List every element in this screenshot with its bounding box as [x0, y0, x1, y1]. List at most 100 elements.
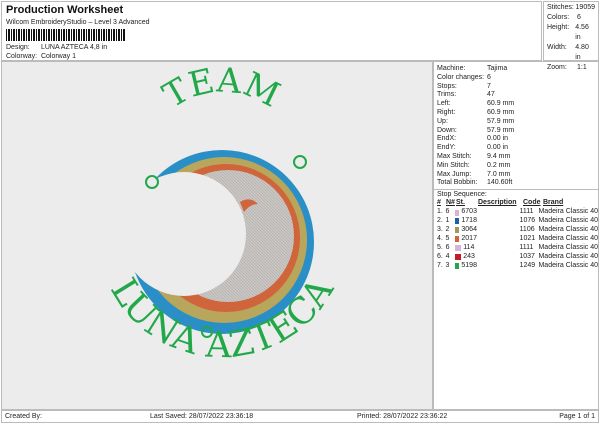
thread-brand: Madeira Classic 40 [538, 216, 598, 224]
team-text: TEAM [156, 62, 286, 116]
info-label: Right: [437, 108, 456, 116]
description [477, 226, 520, 235]
info-value: 0.00 in [487, 144, 509, 152]
column-header: N# [446, 199, 455, 207]
info-label: EndX: [437, 135, 457, 143]
info-label: Min Stitch: [437, 161, 470, 169]
stop-number: 7. [437, 261, 443, 269]
info-label: Left: [437, 100, 451, 108]
needle-number: 3 [445, 261, 450, 269]
colorway-name: Colorway 1 [40, 53, 76, 60]
stat-label: Stitches: [547, 4, 574, 11]
info-value: 57.9 mm [487, 126, 515, 134]
info-row: Color changes: 6 [434, 74, 598, 83]
info-label: Total Bobbin: [437, 179, 478, 187]
stat-label: Colors: [547, 14, 570, 21]
design-row: Design: LUNA AZTECA 4,8 in [6, 44, 107, 51]
column-header: # [437, 199, 441, 207]
stitch-count: 3064 [461, 225, 477, 233]
stop-number: 2. [437, 216, 443, 224]
info-row: Trims: 47 [434, 91, 598, 100]
stat-row: Width: 4.80 in [547, 43, 595, 63]
thread-code: 1249 [519, 261, 536, 269]
info-label: Up: [437, 117, 448, 125]
color-swatch [455, 245, 462, 252]
needle-number: 5 [445, 234, 450, 242]
stop-sequence-label: Stop Sequence: [434, 189, 598, 199]
design-name: LUNA AZTECA 4,8 in [40, 44, 108, 51]
info-value: 140.60ft [487, 179, 513, 187]
stat-label: Height: [547, 24, 570, 31]
info-row: Left: 60.9 mm [434, 100, 598, 109]
needle-number: 6 [445, 243, 450, 251]
info-label: EndY: [437, 144, 456, 152]
column-header: Description [478, 199, 517, 207]
thread-brand: Madeira Classic 40 [538, 261, 598, 269]
barcode [6, 29, 126, 41]
needle-number: 1 [445, 216, 450, 224]
color-swatch [454, 209, 460, 216]
info-value: 0.00 in [487, 135, 509, 143]
description [477, 262, 520, 271]
page-number: Page 1 of 1 [559, 413, 595, 420]
thread-brand: Madeira Classic 40 [538, 225, 598, 233]
colorway-label: Colorway: [6, 53, 38, 60]
thread-brand: Madeira Classic 40 [538, 208, 598, 216]
info-label: Machine: [437, 65, 466, 72]
info-panel: Machine: Tajima Color changes: 6 Stops: 7 Trim… [433, 61, 599, 410]
table-row: 6. 4 243 1037 Madeira Classic 40 [437, 253, 598, 262]
stop-number: 1. [437, 208, 443, 216]
color-swatch [455, 254, 462, 261]
info-row: Max Stitch: 9.4 mm [434, 153, 598, 162]
stat-row: Stitches: 19059 [547, 3, 595, 13]
table-row: 1. 6 6703 1111 Madeira Classic 40 [437, 208, 598, 217]
info-value: 6 [487, 73, 491, 81]
thread-brand: Madeira Classic 40 [538, 252, 598, 260]
stat-value: 4.56 in [575, 24, 589, 41]
last-saved: Last Saved: 28/07/2022 23:36:18 [150, 413, 254, 420]
info-value: 0.2 mm [487, 161, 511, 169]
thread-code: 1106 [519, 225, 535, 233]
thread-code: 1076 [519, 216, 536, 224]
table-row: 7. 3 5198 1249 Madeira Classic 40 [437, 262, 598, 271]
needle-number: 2 [445, 225, 450, 233]
info-row: Machine: Tajima [434, 65, 598, 74]
stop-sequence-table: # N# St. Description Code Brand 1. 6 6703 1111 Mad… [434, 199, 598, 270]
table-row: 3. 2 3064 1106 Madeira Classic 40 [437, 226, 598, 235]
info-label: Stops: [437, 82, 457, 90]
created-by: Created By: [5, 413, 42, 420]
description [477, 208, 520, 217]
description [476, 244, 519, 253]
stop-number: 5. [437, 243, 443, 251]
info-row: EndX: 0.00 in [434, 135, 598, 144]
embroidery-design: TEAM LUNA AZTECA [102, 60, 342, 366]
description [477, 235, 520, 244]
description [476, 253, 519, 262]
info-value: 60.9 mm [487, 100, 515, 108]
info-label: Max Stitch: [437, 152, 472, 160]
info-row: Total Bobbin: 140.60ft [434, 179, 598, 188]
info-value: 7 [487, 82, 491, 90]
printed: Printed: 28/07/2022 23:36:22 [357, 413, 448, 420]
colorway-row: Colorway: Colorway 1 [6, 53, 76, 60]
color-swatch [454, 262, 460, 269]
color-swatch [454, 218, 460, 225]
stitch-count: 243 [463, 252, 475, 260]
stop-number: 4. [437, 234, 443, 242]
thread-code: 1021 [519, 234, 536, 242]
stitch-count: 6703 [461, 208, 477, 216]
stat-value: 6 [577, 14, 581, 21]
info-value: Tajima [487, 65, 508, 72]
thread-code: 1111 [519, 243, 534, 251]
info-value: 57.9 mm [487, 117, 515, 125]
stats-box: Stitches: 19059 Colors: 6 Height: 4.56 in Widt… [543, 1, 599, 71]
info-value: 47 [487, 91, 495, 99]
needle-number: 4 [445, 252, 450, 260]
color-swatch [454, 227, 460, 234]
needle-number: 6 [445, 208, 450, 216]
info-row: Down: 57.9 mm [434, 127, 598, 136]
footer: Created By: Last Saved: 28/07/2022 23:36… [1, 410, 599, 423]
thread-code: 1111 [519, 208, 534, 216]
column-header: Brand [543, 199, 564, 207]
color-swatch [454, 236, 460, 243]
